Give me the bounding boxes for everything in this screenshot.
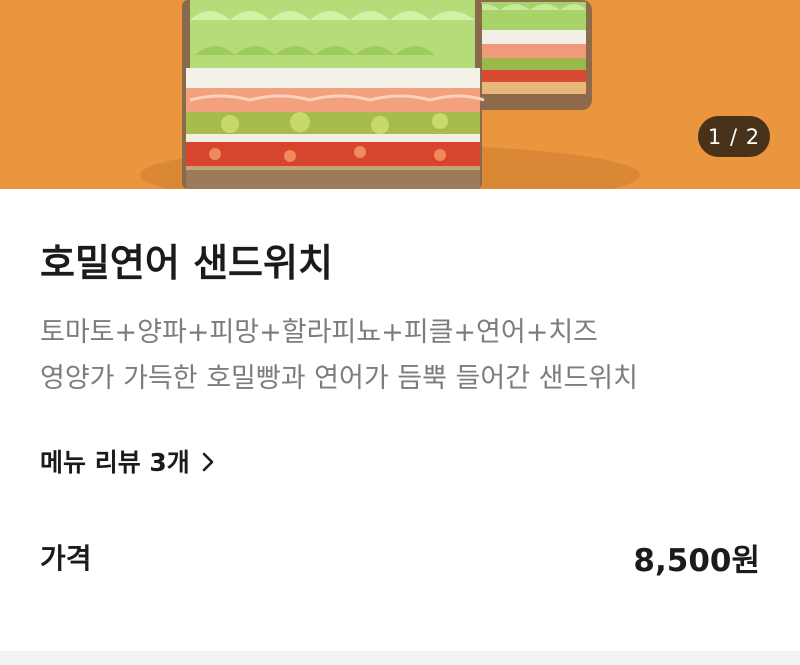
description-line-summary: 영양가 가득한 호밀빵과 연어가 듬뿍 들어간 샌드위치	[40, 363, 638, 394]
review-link-label: 메뉴 리뷰 3개	[40, 448, 190, 477]
product-description: 토마토+양파+피망+할라피뇨+피클+연어+치즈 영양가 가득한 호밀빵과 연어가…	[40, 310, 760, 402]
menu-review-link[interactable]: 메뉴 리뷰 3개	[40, 442, 214, 480]
section-divider	[0, 651, 800, 665]
price-label: 가격	[40, 542, 92, 575]
chevron-right-icon	[202, 452, 214, 472]
product-image-carousel[interactable]: 1 / 2	[0, 0, 800, 189]
description-line-ingredients: 토마토+양파+피망+할라피뇨+피클+연어+치즈	[40, 317, 599, 348]
product-title: 호밀연어 샌드위치	[40, 241, 333, 285]
page-indicator: 1 / 2	[698, 116, 770, 157]
sandwich-photo	[0, 0, 800, 189]
price-value: 8,500원	[633, 543, 760, 579]
